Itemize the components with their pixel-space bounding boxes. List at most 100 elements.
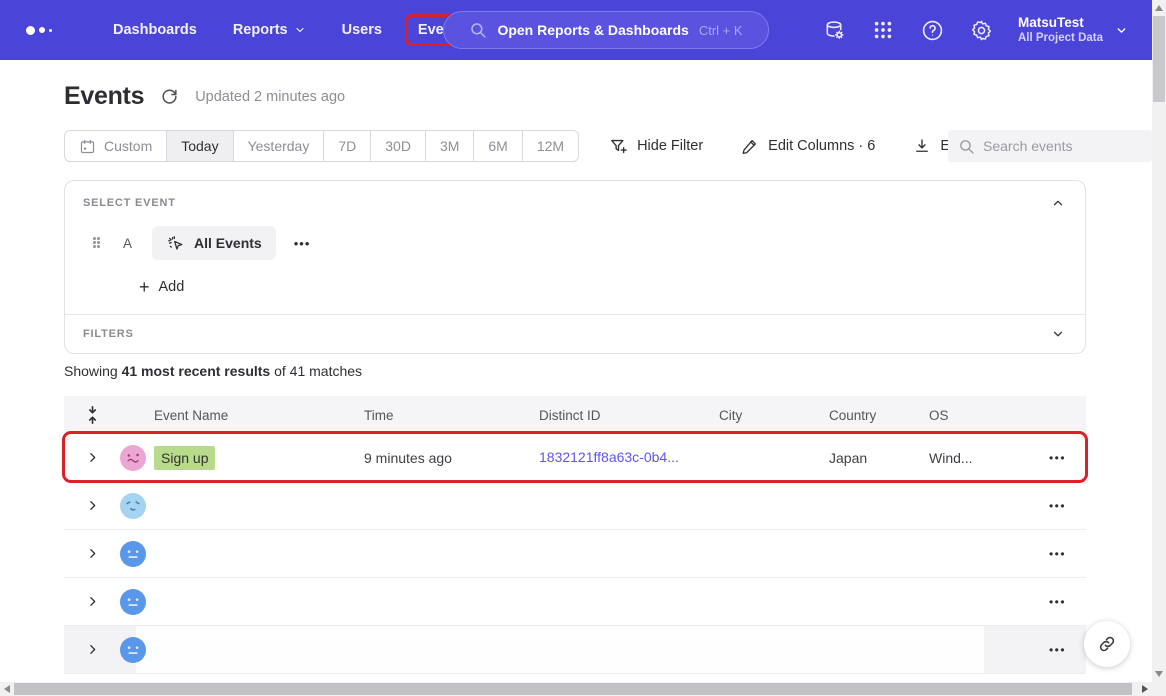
event-more-icon[interactable]: ••• (294, 236, 311, 251)
event-country: Japan (829, 449, 868, 466)
avatar (120, 444, 154, 471)
chevron-up-icon[interactable] (1051, 196, 1065, 210)
date-range-7d[interactable]: 7D (323, 131, 370, 161)
date-range-6m[interactable]: 6M (473, 131, 521, 161)
link-icon (1097, 634, 1117, 654)
column-header-country[interactable]: Country (829, 408, 887, 423)
row-expand-chevron-icon[interactable] (64, 595, 120, 608)
row-more-icon[interactable]: ••• (1029, 547, 1086, 561)
project-subtitle: All Project Data (1018, 32, 1103, 45)
select-event-label: SELECT EVENT (83, 197, 176, 209)
drag-handle-icon[interactable] (93, 237, 101, 249)
row-more-icon[interactable]: ••• (1029, 499, 1086, 513)
data-management-icon[interactable] (822, 18, 846, 42)
column-header-city[interactable]: City (719, 408, 829, 423)
copy-link-button[interactable] (1084, 621, 1130, 667)
table-row[interactable]: Sign up 9 minutes ago 1832121ff8a63c-0b4… (62, 431, 1088, 483)
nav-item-users[interactable]: Users (329, 14, 395, 46)
filters-section: FILTERS (65, 314, 1085, 353)
primary-nav: Dashboards Reports Users Events (100, 14, 479, 46)
table-row-redacted[interactable]: ••• (64, 626, 1086, 674)
filter-funnel-icon (609, 137, 628, 156)
project-switcher[interactable]: MatsuTest All Project Data (1018, 0, 1128, 60)
settings-gear-icon[interactable] (969, 18, 993, 42)
row-expand-chevron-icon[interactable] (64, 643, 120, 656)
events-table: Event Name Time Distinct ID City Country… (62, 396, 1088, 674)
help-icon[interactable] (920, 18, 944, 42)
scroll-up-arrow-icon[interactable] (1155, 5, 1163, 11)
distinct-id-link[interactable]: 1832121ff8a63c-0b4... (539, 449, 679, 465)
scroll-down-arrow-icon[interactable] (1155, 671, 1163, 677)
filters-header[interactable]: FILTERS (83, 327, 1065, 341)
nav-item-dashboards[interactable]: Dashboards (100, 14, 210, 46)
avatar (120, 588, 154, 615)
event-time: 9 minutes ago (364, 449, 452, 466)
plus-icon: + (139, 277, 150, 297)
collapse-rows-icon[interactable] (64, 405, 120, 425)
event-clause-row: A All Events ••• (93, 226, 1065, 260)
pencil-icon (741, 137, 759, 155)
column-header-time[interactable]: Time (364, 408, 539, 423)
chevron-down-icon (294, 24, 306, 36)
select-event-header[interactable]: SELECT EVENT (83, 196, 1065, 210)
results-summary-count: 41 most recent results (121, 363, 271, 379)
search-icon (469, 21, 487, 39)
date-range-3m[interactable]: 3M (424, 131, 473, 161)
date-range-12m[interactable]: 12M (521, 131, 578, 161)
all-events-chip[interactable]: All Events (152, 226, 276, 260)
avatar (120, 636, 154, 663)
row-expand-chevron-icon[interactable] (64, 547, 120, 560)
calendar-icon (79, 138, 96, 155)
row-more-icon[interactable]: ••• (1029, 595, 1086, 609)
results-summary: Showing 41 most recent results of 41 mat… (64, 363, 363, 379)
events-search-input[interactable] (983, 138, 1142, 154)
global-search-button[interactable]: Open Reports & Dashboards Ctrl + K (443, 11, 769, 49)
horizontal-scrollbar[interactable] (0, 682, 1152, 696)
table-row-redacted[interactable]: ••• (64, 530, 1086, 578)
download-icon (913, 137, 931, 155)
table-row-redacted[interactable]: ••• (64, 482, 1086, 530)
vertical-scrollbar-thumb[interactable] (1153, 16, 1165, 102)
vertical-scrollbar[interactable] (1152, 0, 1166, 682)
nav-utility-icons (822, 0, 993, 60)
date-range-today[interactable]: Today (166, 131, 233, 161)
table-row-redacted[interactable]: ••• (64, 578, 1086, 626)
horizontal-scrollbar-thumb[interactable] (14, 683, 1132, 695)
page-title: Events (64, 82, 145, 110)
row-expand-chevron-icon[interactable] (64, 451, 120, 464)
column-header-os[interactable]: OS (929, 408, 1029, 423)
add-event-button[interactable]: + Add (139, 278, 1065, 296)
search-icon (958, 138, 975, 155)
date-range-custom[interactable]: Custom (65, 131, 166, 161)
scrollbar-corner (1152, 682, 1166, 696)
row-expand-chevron-icon[interactable] (64, 499, 120, 512)
apps-grid-icon[interactable] (871, 18, 895, 42)
sparkle-cursor-icon (166, 234, 185, 253)
date-range-yesterday[interactable]: Yesterday (232, 131, 324, 161)
refresh-icon[interactable] (160, 87, 179, 106)
top-navbar: Dashboards Reports Users Events Open Rep… (0, 0, 1152, 60)
scroll-left-arrow-icon[interactable] (4, 685, 10, 693)
scroll-right-arrow-icon[interactable] (1142, 685, 1148, 693)
query-builder-card: SELECT EVENT A All Events ••• + Add FILT… (64, 180, 1086, 354)
avatar (120, 492, 154, 519)
avatar (120, 540, 154, 567)
events-page: Dashboards Reports Users Events Open Rep… (0, 0, 1166, 696)
edit-columns-button[interactable]: Edit Columns · 6 (741, 137, 875, 155)
nav-item-reports[interactable]: Reports (220, 14, 319, 46)
toolbar-actions: Hide Filter Edit Columns · 6 Export (609, 137, 982, 156)
row-more-icon[interactable]: ••• (1029, 451, 1086, 465)
keyboard-shortcut: Ctrl + K (698, 22, 743, 38)
chevron-down-icon[interactable] (1051, 327, 1065, 341)
filters-label: FILTERS (83, 328, 134, 340)
event-os: Wind... (929, 449, 973, 466)
select-event-section: SELECT EVENT A All Events ••• + Add (65, 181, 1085, 296)
hide-filter-button[interactable]: Hide Filter (609, 137, 703, 156)
table-toolbar: Custom Today Yesterday 7D 30D 3M 6M 12M … (64, 130, 1152, 162)
column-header-distinct-id[interactable]: Distinct ID (539, 408, 719, 423)
column-header-event-name[interactable]: Event Name (154, 408, 364, 423)
mixpanel-logo-icon[interactable] (26, 25, 72, 35)
date-range-30d[interactable]: 30D (370, 131, 425, 161)
row-more-icon[interactable]: ••• (1029, 643, 1086, 657)
updated-timestamp: Updated 2 minutes ago (195, 88, 346, 105)
